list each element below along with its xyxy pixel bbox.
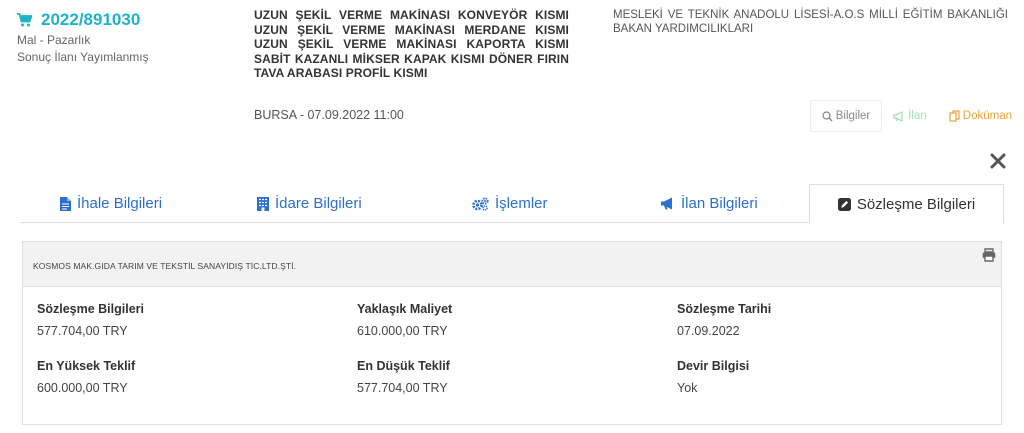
bullhorn-icon [893,110,903,122]
bilgiler-label: Bilgiler [835,110,871,122]
field-value: 577.704,00 TRY [357,381,448,395]
ilan-button[interactable]: İlan [882,100,938,132]
tender-id: 2022/891030 [41,10,141,29]
field-value: 07.09.2022 [677,324,740,338]
file-icon [60,196,71,211]
bilgiler-button[interactable]: Bilgiler [809,100,883,132]
tab-label: İşlemler [495,195,548,212]
bullhorn-icon [661,197,672,210]
field-label: En Yüksek Teklif [37,359,136,373]
field-value: 610.000,00 TRY [357,324,448,338]
tender-summary: 2022/891030 Mal - Pazarlık Sonuç İlanı Y… [17,8,237,66]
dokuman-button[interactable]: Doküman [938,100,1012,132]
tab-label: İdare Bilgileri [275,195,362,212]
edit-icon [837,197,851,211]
print-icon[interactable] [982,248,996,262]
tab-ilan-bilgileri[interactable]: İlan Bilgileri [660,184,758,223]
tab-islemler[interactable]: İşlemler [472,184,548,223]
tender-organization: MESLEKİ VE TEKNİK ANADOLU LİSESİ-A.O.S M… [613,9,1008,36]
field-label: Yaklaşık Maliyet [357,302,453,316]
tab-idare-bilgileri[interactable]: İdare Bilgileri [257,184,362,223]
tab-sozlesme-bilgileri[interactable]: Sözleşme Bilgileri [809,184,1004,224]
field-label: Sözleşme Bilgileri [37,302,144,316]
tab-bar: İhale Bilgileri İdare Bilgileri İşlemler… [20,184,1005,224]
cart-icon [17,13,32,27]
field-value: 577.704,00 TRY [37,324,128,338]
building-icon [257,196,269,211]
field-label: En Düşük Teklif [357,359,450,373]
field-label: Sözleşme Tarihi [677,302,772,316]
close-icon[interactable] [990,153,1006,169]
field-sozlesme-bilgileri: Sözleşme Bilgileri 577.704,00 TRY [37,302,357,338]
tender-category: Mal - Pazarlık [17,33,91,47]
field-value: 600.000,00 TRY [37,381,128,395]
contract-card: KOSMOS MAK.GIDA TARIM VE TEKSTİL SANAYİD… [22,241,1002,425]
field-yaklasik-maliyet: Yaklaşık Maliyet 610.000,00 TRY [357,302,677,338]
tender-status: Sonuç İlanı Yayımlanmış [17,50,149,64]
field-sozlesme-tarihi: Sözleşme Tarihi 07.09.2022 [677,302,997,338]
dokuman-label: Doküman [962,110,1012,122]
search-icon [822,110,833,122]
tab-ihale-bilgileri[interactable]: İhale Bilgileri [60,184,162,223]
field-en-yuksek-teklif: En Yüksek Teklif 600.000,00 TRY [37,359,357,395]
action-buttons: Bilgiler İlan Doküman [809,100,1012,132]
gears-icon [472,196,489,211]
tender-id-row[interactable]: 2022/891030 [17,8,237,32]
tab-label: İhale Bilgileri [77,195,163,212]
contractor-name: KOSMOS MAK.GIDA TARIM VE TEKSTİL SANAYİD… [33,261,297,271]
tender-place-date: BURSA - 07.09.2022 11:00 [254,108,404,122]
tender-title: UZUN ŞEKİL VERME MAKİNASI KONVEYÖR KISMI… [254,8,569,81]
field-en-dusuk-teklif: En Düşük Teklif 577.704,00 TRY [357,359,677,395]
files-icon [949,110,960,122]
field-value: Yok [677,381,698,395]
ilan-label: İlan [908,110,927,122]
contract-card-header: KOSMOS MAK.GIDA TARIM VE TEKSTİL SANAYİD… [23,242,1001,287]
field-devir-bilgisi: Devir Bilgisi Yok [677,359,997,395]
tab-label: Sözleşme Bilgileri [856,195,976,213]
field-label: Devir Bilgisi [677,359,750,373]
tab-label: İlan Bilgileri [681,195,758,212]
